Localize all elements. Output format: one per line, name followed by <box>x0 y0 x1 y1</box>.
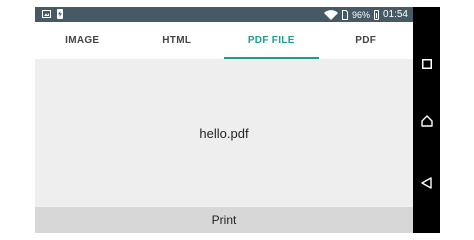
tab-pdf[interactable]: PDF <box>319 22 414 59</box>
back-button[interactable] <box>413 171 440 195</box>
tab-image[interactable]: IMAGE <box>35 22 130 59</box>
back-icon <box>421 177 432 189</box>
recents-button[interactable] <box>413 52 440 76</box>
navigation-bar <box>413 7 440 233</box>
app-screen: 96% 01:54 IMAGE HTML PDF FILE PDF hello.… <box>35 7 413 233</box>
tab-bar: IMAGE HTML PDF FILE PDF <box>35 22 413 59</box>
battery-icon <box>373 9 379 20</box>
recents-icon <box>421 59 432 69</box>
wifi-icon <box>323 9 338 20</box>
print-button[interactable]: Print <box>35 207 413 233</box>
battery-charging-icon <box>57 9 63 19</box>
clock: 01:54 <box>382 9 408 20</box>
home-icon <box>420 115 433 127</box>
sim-icon <box>341 9 348 20</box>
content-area: hello.pdf <box>35 59 413 207</box>
tab-html[interactable]: HTML <box>130 22 225 59</box>
tab-pdf-file[interactable]: PDF FILE <box>224 22 319 59</box>
image-icon <box>42 10 51 18</box>
battery-percent: 96% <box>351 9 370 20</box>
status-bar: 96% 01:54 <box>35 7 413 22</box>
home-button[interactable] <box>413 109 440 133</box>
file-name: hello.pdf <box>199 125 249 141</box>
